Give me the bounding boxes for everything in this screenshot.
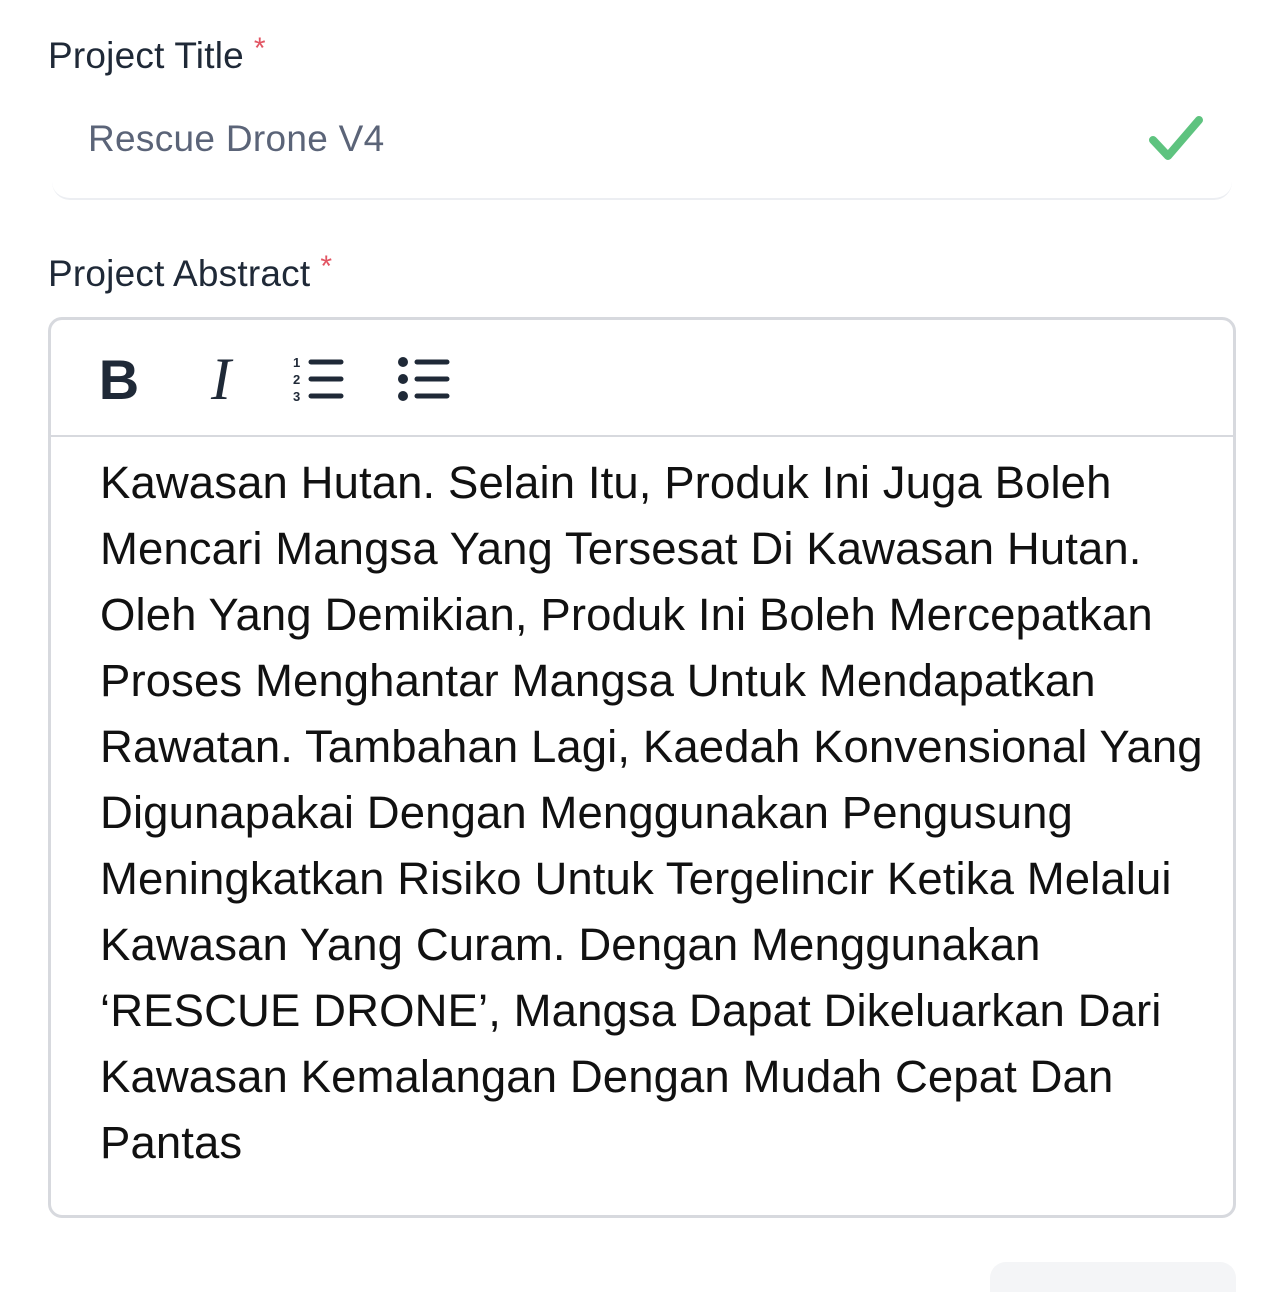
project-title-input[interactable]: Rescue Drone V4	[52, 92, 1232, 200]
project-form: Project Title * Rescue Drone V4 Project A…	[0, 0, 1284, 1292]
ordered-list-icon: 1 2 3	[293, 355, 344, 404]
project-title-label-text: Project Title	[48, 35, 244, 76]
svg-text:2: 2	[293, 372, 300, 387]
required-asterisk: *	[320, 250, 333, 283]
editor-toolbar: B I 1 2 3	[51, 320, 1233, 437]
bullet-list-button[interactable]	[395, 350, 451, 408]
italic-button[interactable]: I	[201, 346, 241, 412]
required-asterisk: *	[253, 32, 266, 65]
bullet-list-icon	[398, 357, 450, 401]
project-abstract-label: Project Abstract *	[48, 250, 332, 295]
project-title-value[interactable]: Rescue Drone V4	[88, 118, 385, 160]
project-abstract-label-text: Project Abstract	[48, 253, 311, 294]
ordered-list-button[interactable]: 1 2 3	[291, 350, 345, 408]
check-icon	[1149, 116, 1203, 160]
project-title-label: Project Title *	[48, 32, 266, 77]
svg-text:1: 1	[293, 355, 300, 370]
bold-button[interactable]: B	[95, 348, 143, 411]
partial-button[interactable]	[990, 1262, 1236, 1292]
abstract-rich-text-editor: B I 1 2 3 Kawasan Hutan. Selain Itu, Pro…	[48, 317, 1236, 1218]
abstract-text-area[interactable]: Kawasan Hutan. Selain Itu, Produk Ini Ju…	[100, 450, 1210, 1176]
svg-text:3: 3	[293, 389, 300, 404]
